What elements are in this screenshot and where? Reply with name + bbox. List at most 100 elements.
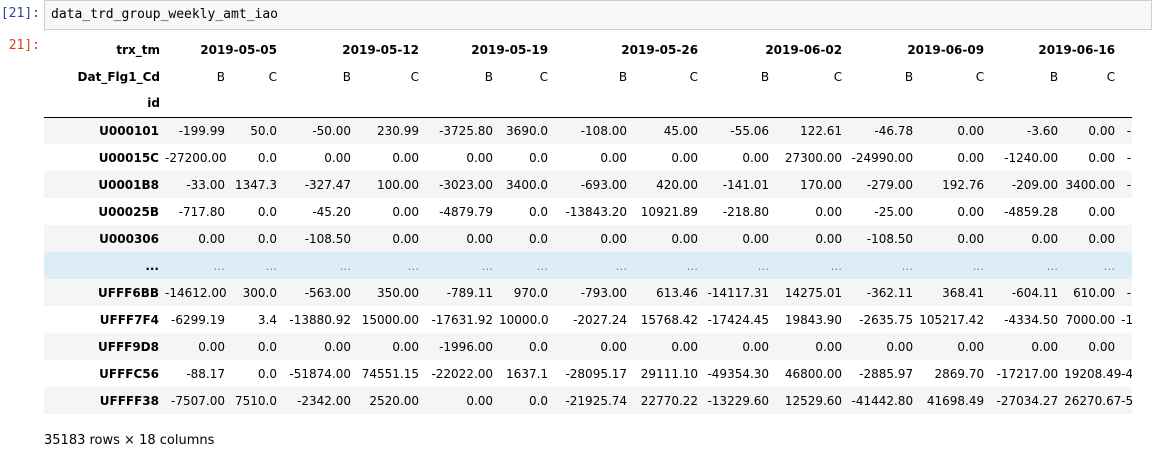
table-cell: 3400.0 bbox=[506, 177, 549, 192]
table-cell: -108.50 bbox=[304, 231, 352, 246]
table-cell: ... bbox=[901, 258, 914, 273]
header-blank-cell bbox=[283, 90, 358, 118]
table-cell: 613.46 bbox=[656, 285, 699, 300]
column-header-date: 2019-06-02 bbox=[765, 42, 843, 57]
row-index-id: U00025B bbox=[98, 204, 159, 219]
code-input-cell[interactable]: data_trd_group_weekly_amt_iao bbox=[44, 0, 1152, 30]
table-cell: -279.00 bbox=[866, 177, 914, 192]
table-cell: -717.80 bbox=[178, 204, 225, 219]
table-cell bbox=[1121, 198, 1132, 225]
table-cell: 22770.22 bbox=[640, 393, 699, 408]
table-cell: 7510.0 bbox=[235, 393, 278, 408]
table-row: U0001B8 -33.00 1347.3 -327.47 100.00 -3023.00… bbox=[44, 171, 1132, 198]
column-header-flag: B bbox=[342, 69, 352, 84]
table-cell: 0.00 bbox=[392, 204, 420, 219]
table-cell: 192.76 bbox=[942, 177, 985, 192]
table-cell: -51874.00 bbox=[289, 366, 352, 381]
table-cell: 0.0 bbox=[528, 150, 549, 165]
table-cell: -209.00 bbox=[1011, 177, 1059, 192]
row-index-id: U000101 bbox=[99, 123, 159, 138]
table-cell: 0.00 bbox=[1088, 339, 1116, 354]
table-cell: 26270.67 bbox=[1064, 393, 1122, 408]
table-cell: -2027.24 bbox=[573, 312, 628, 327]
table-cell: 10000.0 bbox=[499, 312, 549, 327]
table-row: U00025B -717.80 0.0 -45.20 0.00 -4879.79 0.0 -1… bbox=[44, 198, 1132, 225]
column-header-flag: C bbox=[539, 69, 549, 84]
table-cell bbox=[1121, 333, 1132, 360]
column-header-flag: C bbox=[689, 69, 699, 84]
table-cell: -14117.31 bbox=[707, 285, 770, 300]
table-cell: ... bbox=[339, 258, 352, 273]
table-cell: -3725.80 bbox=[439, 123, 494, 138]
table-cell: - bbox=[1126, 150, 1132, 165]
table-cell: -17631.92 bbox=[431, 312, 494, 327]
table-cell: 74551.15 bbox=[361, 366, 420, 381]
table-cell: -789.11 bbox=[446, 285, 494, 300]
row-index-id: U0001B8 bbox=[98, 177, 159, 192]
table-cell: -3.60 bbox=[1027, 123, 1059, 138]
table-cell: 3690.0 bbox=[506, 123, 549, 138]
table-cell: -7507.00 bbox=[171, 393, 225, 408]
column-header-flag: C bbox=[1106, 69, 1116, 84]
table-cell: 350.00 bbox=[377, 285, 420, 300]
table-cell: 14275.01 bbox=[784, 285, 843, 300]
table-cell: - bbox=[1126, 177, 1132, 192]
header-blank-cell bbox=[499, 90, 555, 118]
table-cell: 0.0 bbox=[257, 150, 278, 165]
table-cell: 0.00 bbox=[815, 231, 843, 246]
table-cell: ... bbox=[407, 258, 420, 273]
table-cell: ... bbox=[265, 258, 278, 273]
header-blank-cell bbox=[990, 90, 1065, 118]
table-cell: -27034.27 bbox=[996, 393, 1059, 408]
table-row: UFFF6BB -14612.00 300.0 -563.00 350.00 -789.1… bbox=[44, 279, 1132, 306]
table-cell: -45.20 bbox=[312, 204, 352, 219]
table-cell: 300.0 bbox=[242, 285, 278, 300]
table-cell: -25.00 bbox=[874, 204, 914, 219]
table-cell: -1 bbox=[1121, 312, 1132, 327]
table-cell: ... bbox=[686, 258, 699, 273]
column-header-date: 2019-05-12 bbox=[342, 42, 420, 57]
table-cell: 0.00 bbox=[600, 150, 628, 165]
table-cell: 0.00 bbox=[466, 393, 494, 408]
column-header-flag: B bbox=[904, 69, 914, 84]
table-cell: 0.00 bbox=[815, 204, 843, 219]
column-header-date: 2019-06-09 bbox=[907, 42, 985, 57]
table-cell: ... bbox=[1046, 258, 1059, 273]
table-row: U00015C -27200.00 0.0 0.00 0.00 0.00 0.0 0.00 0.… bbox=[44, 144, 1132, 171]
column-header-flag: B bbox=[1049, 69, 1059, 84]
row-index-id: ... bbox=[145, 258, 159, 273]
table-cell: 105217.42 bbox=[919, 312, 985, 327]
table-cell: 0.0 bbox=[257, 204, 278, 219]
table-cell: -4334.50 bbox=[1004, 312, 1059, 327]
header-blank-cell bbox=[165, 90, 231, 118]
table-cell: -2635.75 bbox=[859, 312, 914, 327]
dataframe-table: trx_tm 2019-05-05 2019-05-12 2019-05-19 2019… bbox=[44, 36, 1132, 414]
header-blank-cell bbox=[775, 90, 849, 118]
table-cell: 46800.00 bbox=[784, 366, 843, 381]
table-cell: -693.00 bbox=[580, 177, 628, 192]
index-name-id: id bbox=[44, 90, 165, 118]
header-blank-cell bbox=[231, 90, 284, 118]
table-cell: 0.00 bbox=[1031, 339, 1059, 354]
table-cell: 0.00 bbox=[324, 339, 352, 354]
input-prompt: [21]: bbox=[0, 6, 40, 21]
header-spacer bbox=[1121, 36, 1132, 63]
header-blank-cell bbox=[425, 90, 500, 118]
table-cell: 0.00 bbox=[671, 339, 699, 354]
row-index-id: UFFF9D8 bbox=[98, 339, 159, 354]
table-cell: -5 bbox=[1121, 393, 1132, 408]
row-index-id: UFFFC56 bbox=[99, 366, 159, 381]
table-cell: ... bbox=[536, 258, 549, 273]
table-cell: 0.00 bbox=[1031, 231, 1059, 246]
table-cell bbox=[1121, 225, 1132, 252]
table-cell: -108.00 bbox=[580, 123, 628, 138]
table-cell: 1637.1 bbox=[506, 366, 549, 381]
header-blank-cell bbox=[919, 90, 991, 118]
table-cell: 15768.42 bbox=[640, 312, 699, 327]
table-cell: -17424.45 bbox=[707, 312, 770, 327]
table-cell: -14612.00 bbox=[165, 285, 227, 300]
table-cell: 0.0 bbox=[528, 204, 549, 219]
table-cell: 10921.89 bbox=[640, 204, 699, 219]
table-cell: 1347.3 bbox=[235, 177, 278, 192]
table-cell: 0.00 bbox=[957, 339, 985, 354]
